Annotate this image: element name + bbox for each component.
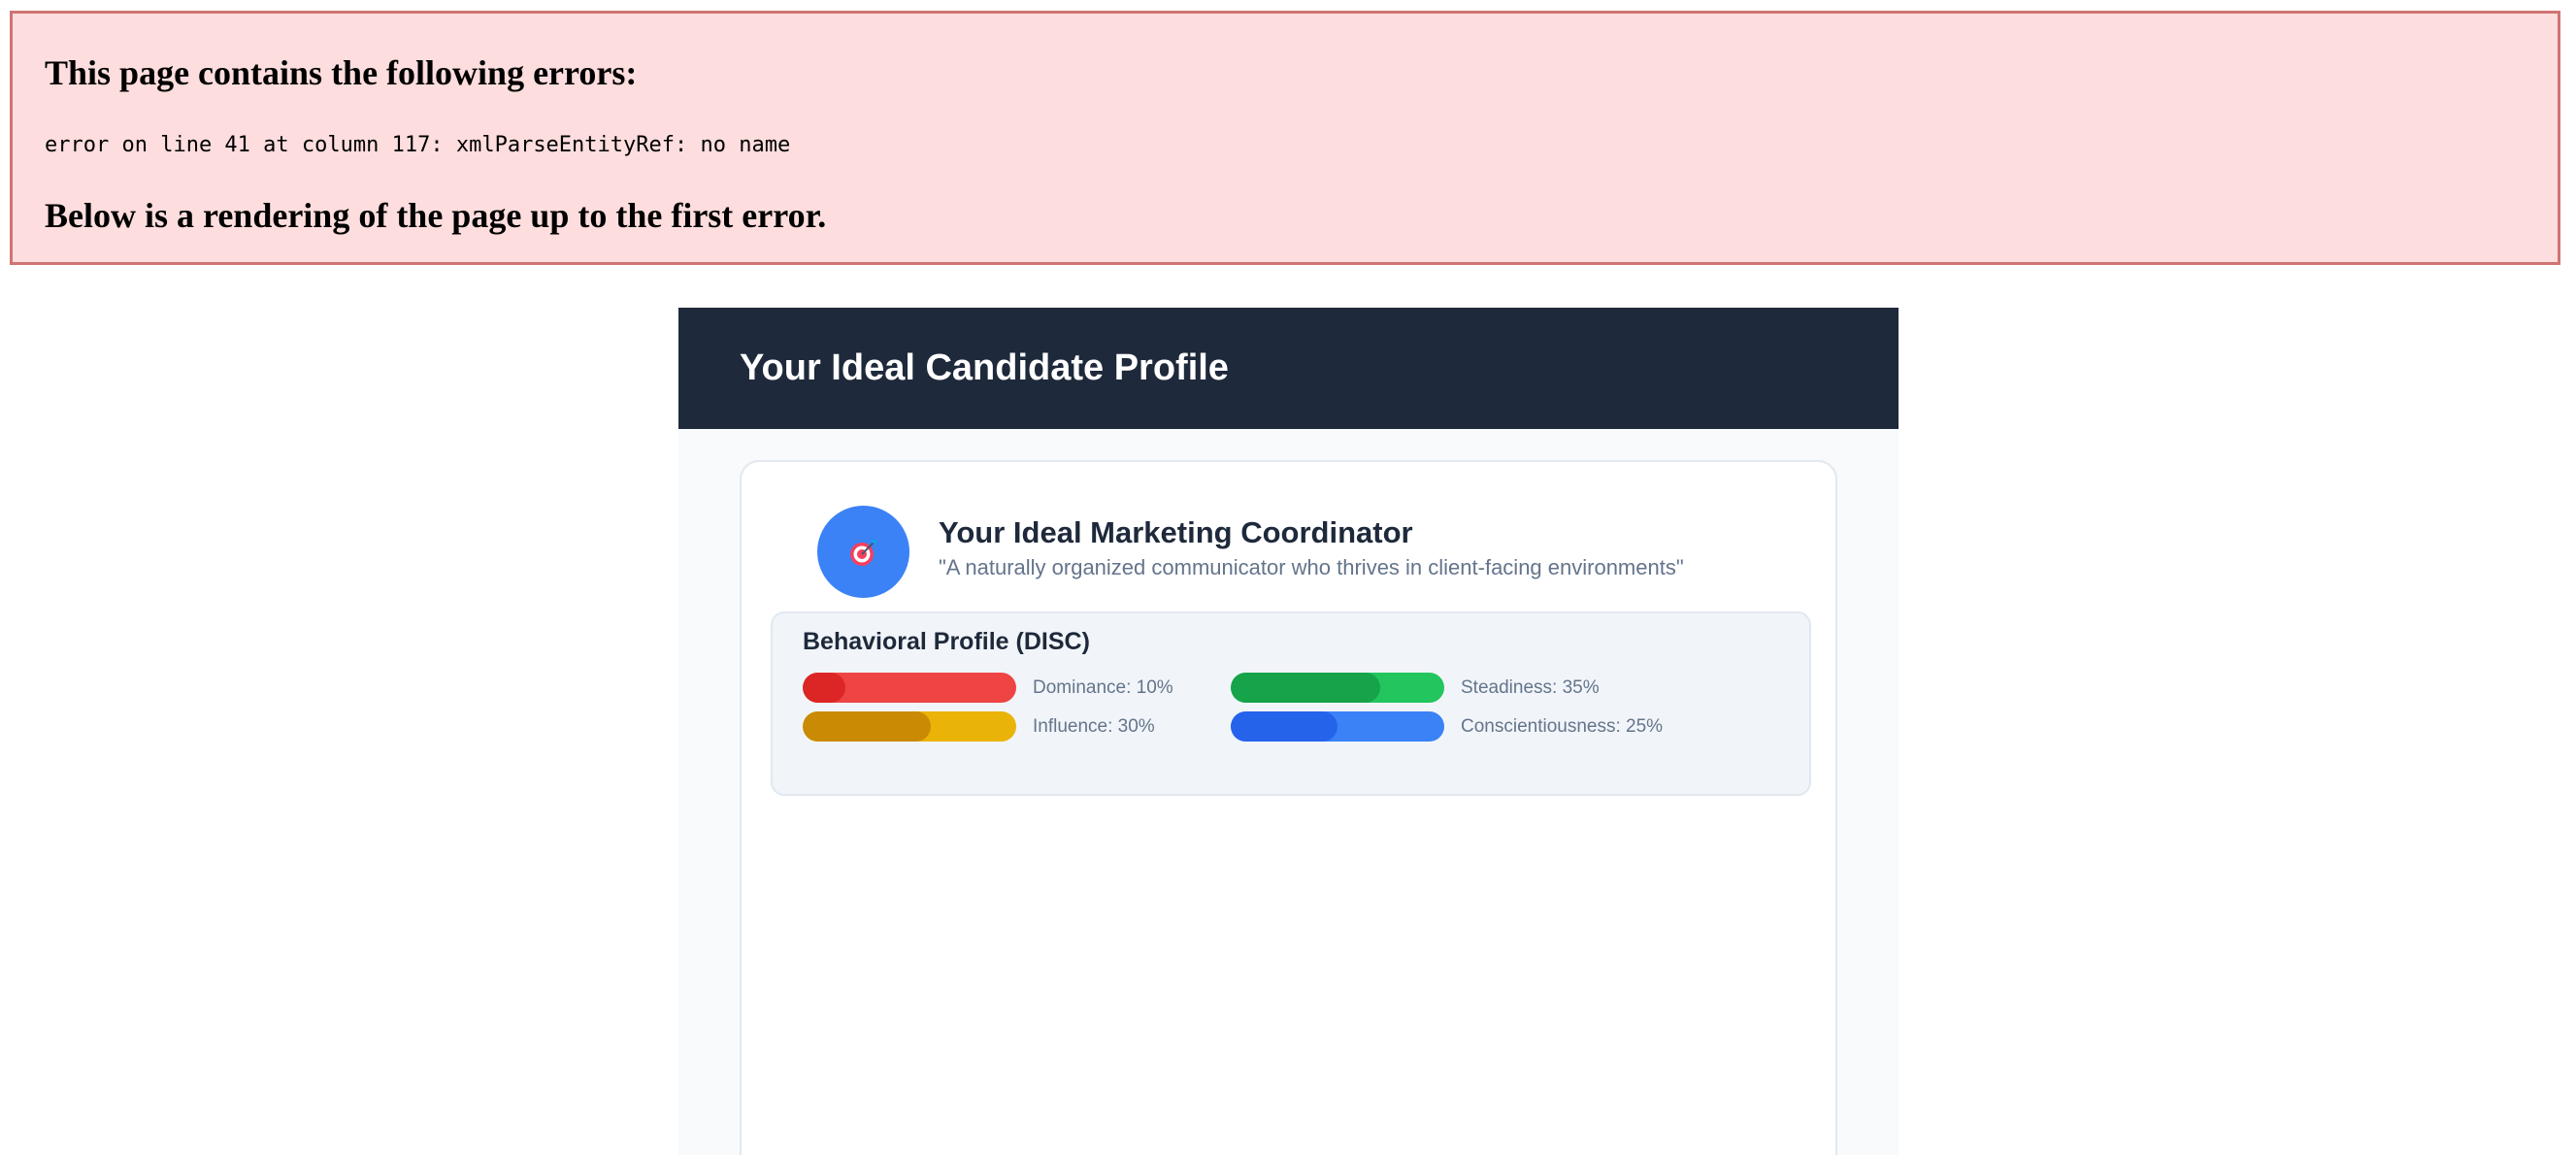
dominance-label: Dominance: 10% (1033, 676, 1173, 698)
conscientiousness-label: Conscientiousness: 25% (1461, 715, 1664, 737)
trait-conscientiousness: Conscientiousness: 25% (1231, 711, 1663, 742)
influence-label: Influence: 30% (1033, 715, 1155, 737)
trait-influence: Influence: 30% (803, 711, 1155, 742)
xml-error-banner: This page contains the following errors:… (10, 11, 2560, 265)
dominance-bar (803, 673, 1016, 703)
steadiness-label: Steadiness: 35% (1461, 676, 1600, 698)
page-title: Your Ideal Candidate Profile (740, 347, 1229, 388)
page-header: Your Ideal Candidate Profile (678, 308, 1899, 429)
error-subtitle: Below is a rendering of the page up to t… (45, 196, 827, 235)
disc-title: Behavioral Profile (DISC) (803, 628, 1090, 655)
avatar (817, 506, 909, 598)
disc-profile-panel: Behavioral Profile (DISC) Dominance: 10%… (771, 611, 1811, 796)
profile-tagline: "A naturally organized communicator who … (939, 555, 1684, 579)
profile-card: Your Ideal Marketing Coordinator "A natu… (740, 460, 1837, 1155)
error-message: error on line 41 at column 117: xmlParse… (45, 133, 791, 157)
profile-name: Your Ideal Marketing Coordinator (939, 515, 1413, 549)
candidate-profile-page: Your Ideal Candidate Profile Your Ideal … (678, 308, 1899, 1155)
trait-dominance: Dominance: 10% (803, 673, 1173, 703)
influence-bar (803, 711, 1016, 742)
target-icon (849, 539, 876, 566)
error-title: This page contains the following errors: (45, 53, 638, 92)
conscientiousness-bar (1231, 711, 1444, 742)
trait-steadiness: Steadiness: 35% (1231, 673, 1600, 703)
steadiness-bar (1231, 673, 1444, 703)
